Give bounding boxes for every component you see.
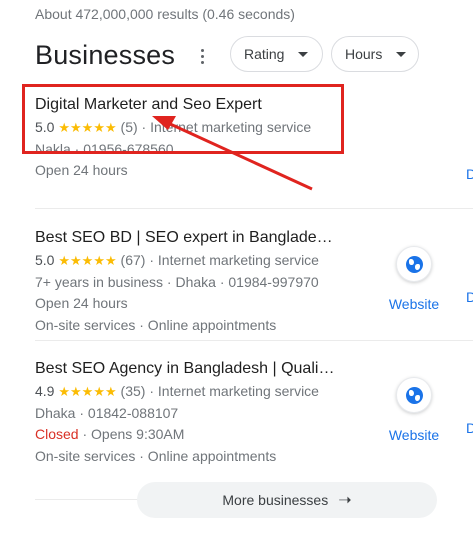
rating-filter-chip[interactable]: Rating: [230, 36, 323, 72]
separator: ·: [149, 383, 154, 399]
review-count[interactable]: (67): [121, 252, 146, 268]
hours-filter-label: Hours: [345, 46, 383, 62]
website-circle[interactable]: [396, 377, 432, 413]
website-circle[interactable]: [396, 246, 432, 282]
directions-button[interactable]: D: [466, 420, 473, 436]
globe-icon: [405, 386, 423, 404]
hours-filter-chip[interactable]: Hours: [331, 36, 419, 72]
separator: ·: [149, 252, 154, 268]
section-title: Businesses: [35, 40, 176, 70]
rating-value: 5.0: [35, 252, 55, 268]
business-name[interactable]: Best SEO BD | SEO expert in Banglade…: [35, 228, 335, 248]
website-button[interactable]: Website: [379, 246, 449, 316]
website-button[interactable]: Website: [379, 377, 449, 447]
business-hours: Open 24 hours: [35, 162, 128, 178]
review-count[interactable]: (35): [121, 383, 146, 399]
directions-button[interactable]: D: [466, 289, 473, 305]
more-businesses-button[interactable]: More businesses ➝: [137, 482, 437, 518]
business-services: On-site services · Online appointments: [35, 447, 277, 464]
divider: [35, 340, 473, 341]
star-rating-icon: ★★★★★: [58, 253, 117, 268]
results-stats: About 472,000,000 results (0.46 seconds): [35, 6, 295, 22]
chevron-down-icon: [298, 51, 309, 57]
business-category: Internet marketing service: [157, 383, 319, 399]
divider: [35, 499, 145, 500]
business-name[interactable]: Best SEO Agency in Bangladesh | Quali…: [35, 359, 335, 379]
divider: [35, 208, 473, 209]
opens-time: · Opens 9:30AM: [78, 426, 185, 442]
business-listing[interactable]: Best SEO BD | SEO expert in Banglade… 5.…: [35, 228, 473, 336]
business-category: Internet marketing service: [157, 252, 319, 268]
business-listing[interactable]: Best SEO Agency in Bangladesh | Quali… 4…: [35, 359, 473, 467]
arrow-right-icon: ➝: [338, 492, 352, 509]
closed-status: Closed: [35, 426, 79, 442]
businesses-header: Businesses Rating Hours: [35, 36, 473, 76]
globe-icon: [405, 255, 423, 273]
business-services: On-site services · Online appointments: [35, 316, 277, 333]
chevron-down-icon: [396, 51, 407, 57]
annotation-highlight-box: [22, 84, 344, 154]
rating-value: 4.9: [35, 383, 55, 399]
website-label[interactable]: Website: [389, 427, 439, 443]
website-label[interactable]: Website: [389, 296, 439, 312]
rating-filter-label: Rating: [244, 46, 285, 62]
directions-button[interactable]: D: [466, 166, 473, 182]
star-rating-icon: ★★★★★: [58, 384, 117, 399]
more-businesses-label[interactable]: More businesses: [222, 492, 328, 508]
more-options-icon[interactable]: [195, 46, 209, 66]
